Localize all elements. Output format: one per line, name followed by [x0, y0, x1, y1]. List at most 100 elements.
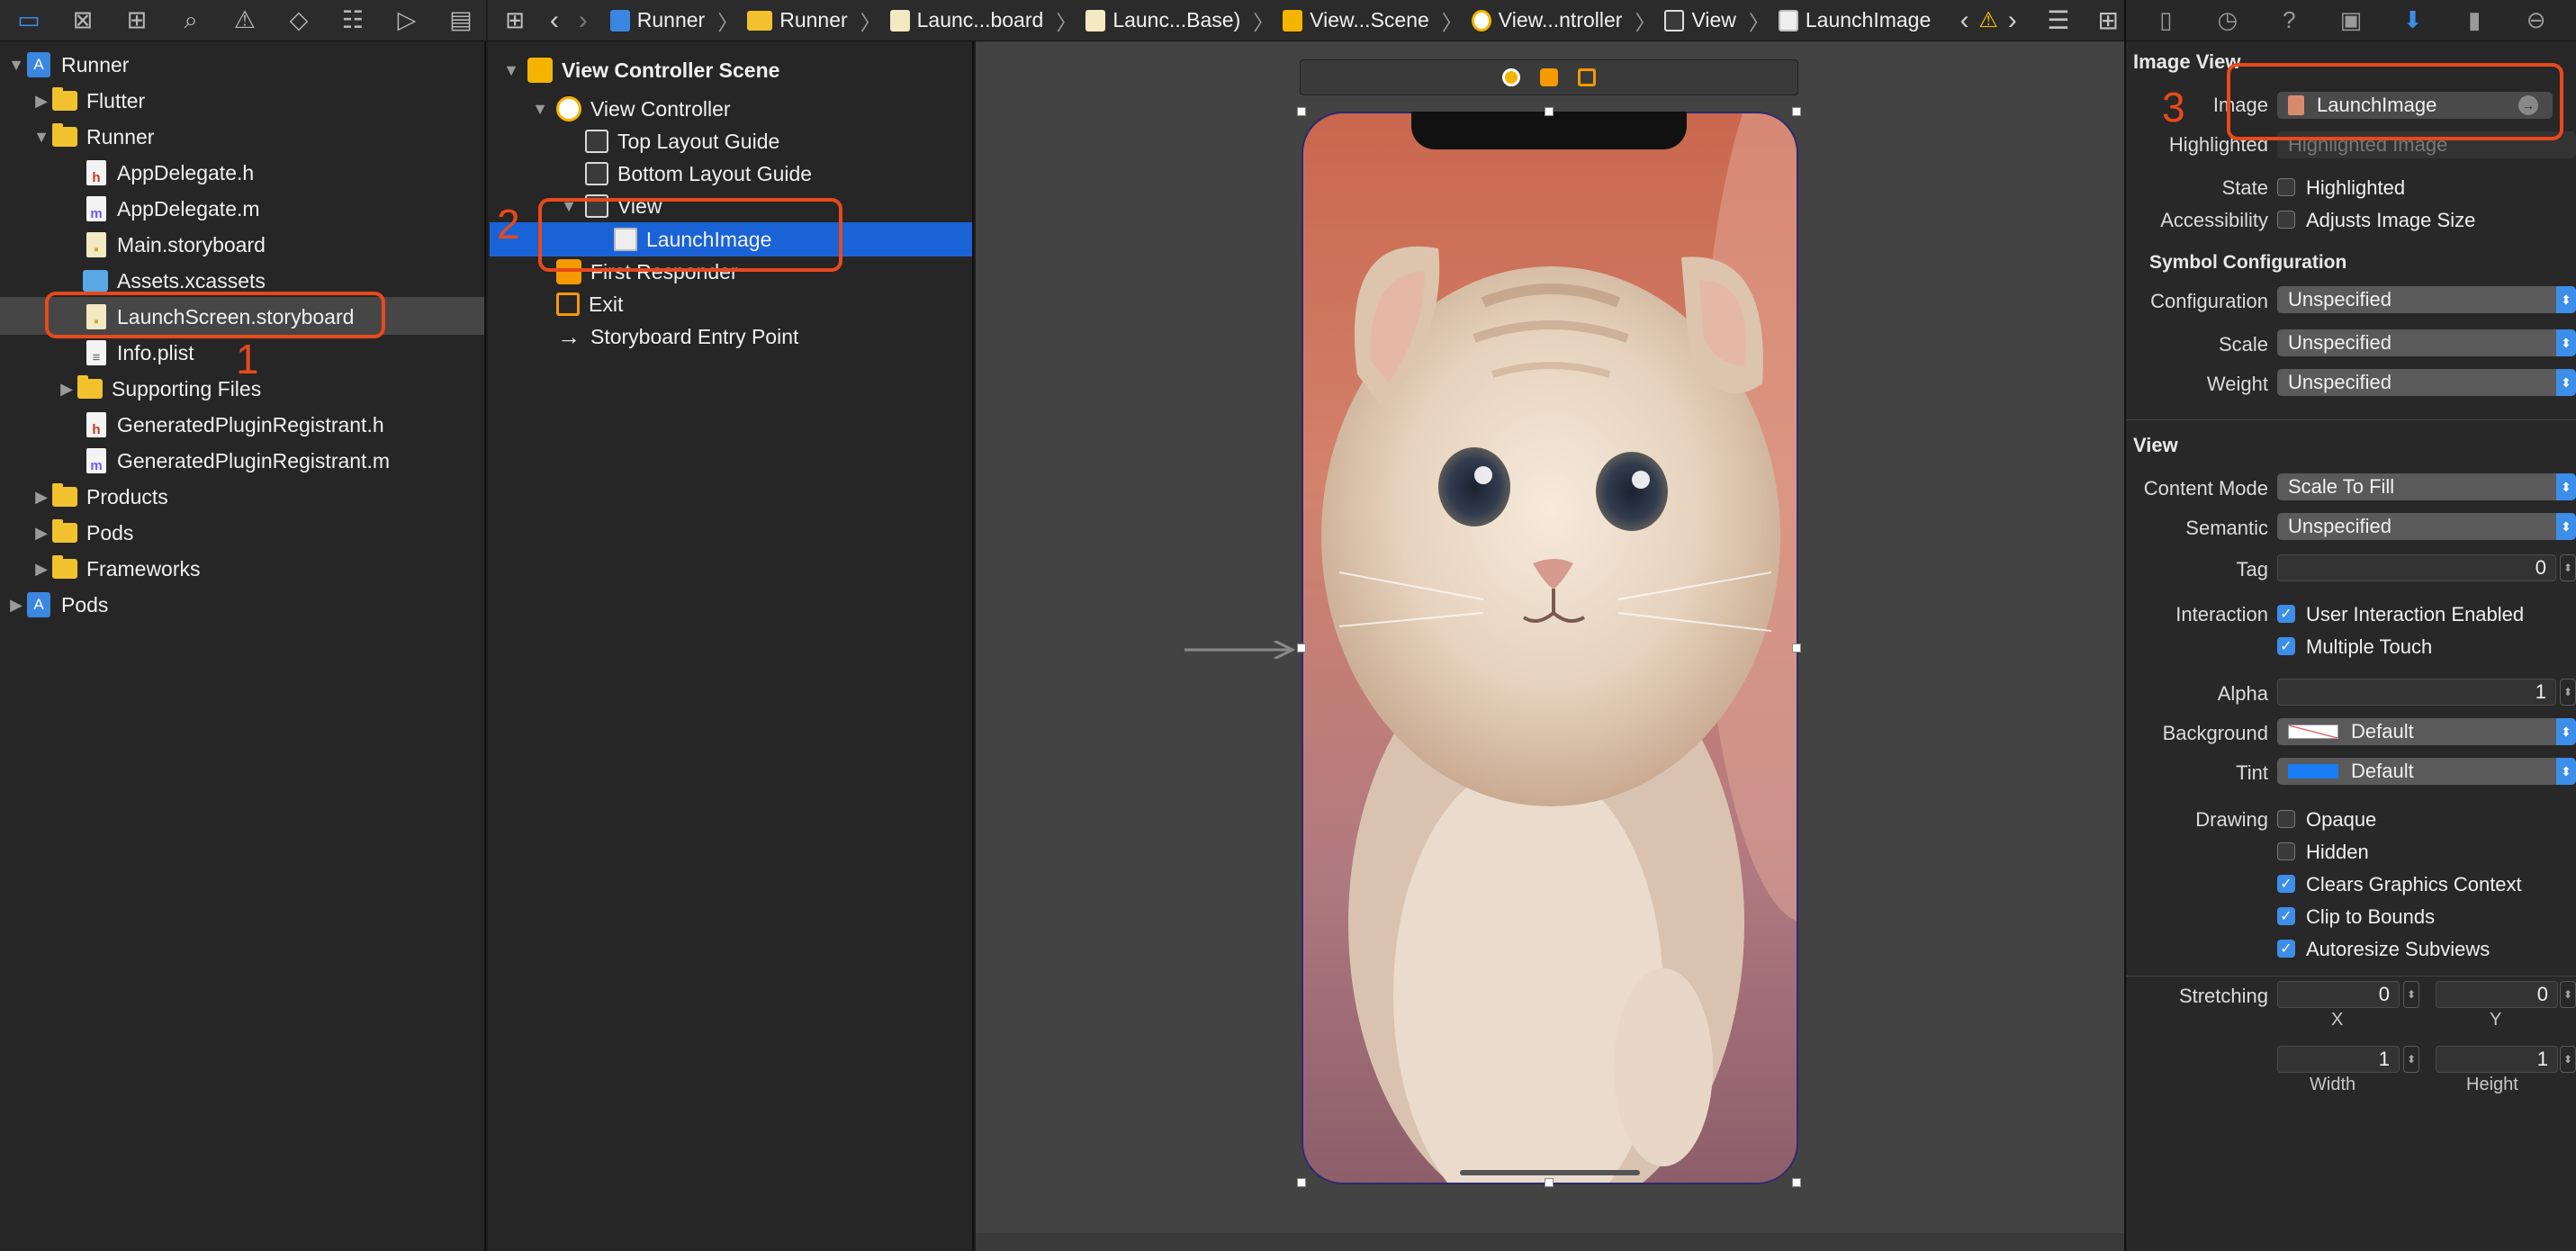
highlighted-checkbox[interactable] [2277, 178, 2295, 196]
multiple-touch-checkbox[interactable]: ✓ [2277, 637, 2295, 655]
breadcrumb-runner-project[interactable]: Runner 〉 [609, 5, 738, 36]
tint-popup[interactable]: Default ⬍ [2277, 758, 2576, 785]
connections-inspector-icon[interactable]: ⊖ [2521, 5, 2552, 36]
breadcrumb-view[interactable]: View 〉 [1664, 5, 1770, 36]
tag-stepper[interactable]: ⬍ [2560, 554, 2576, 581]
stretch-y-field[interactable]: 0 [2436, 981, 2558, 1008]
resize-handle[interactable] [1792, 644, 1801, 652]
tree-item-main-storyboard[interactable]: ▪ Main.storyboard [86, 227, 266, 263]
stretch-height-stepper[interactable]: ⬍ [2560, 1046, 2576, 1073]
alpha-field[interactable]: 1 [2277, 679, 2556, 706]
breakpoint-icon[interactable]: ▷ [389, 3, 425, 39]
breadcrumb-launchscreen-base[interactable]: Launc...Base) 〉 [1085, 5, 1274, 36]
stretch-width-stepper[interactable]: ⬍ [2403, 1046, 2419, 1073]
help-inspector-icon[interactable]: ? [2274, 5, 2304, 36]
folder-icon[interactable]: ▭ [11, 3, 47, 39]
tag-field[interactable]: 0 [2277, 554, 2556, 581]
autoresize-checkbox[interactable]: ✓ [2277, 940, 2295, 958]
breadcrumb-launchscreen[interactable]: Launc...board 〉 [889, 5, 1076, 36]
add-editor-icon[interactable]: ⊞ [2093, 5, 2124, 35]
tree-item-frameworks[interactable]: ▶ Frameworks [31, 551, 201, 587]
tree-item-supporting-files[interactable]: ▶ Supporting Files [56, 371, 261, 407]
history-inspector-icon[interactable]: ◷ [2212, 5, 2243, 36]
content-mode-popup[interactable]: Scale To Fill ⬍ [2277, 473, 2576, 500]
tree-item-products[interactable]: ▶ Products [31, 479, 168, 515]
outline-item-bottom-layout-guide[interactable]: Bottom Layout Guide [585, 158, 812, 190]
resize-handle[interactable] [1297, 107, 1306, 116]
background-popup[interactable]: Default ⬍ [2277, 718, 2576, 745]
identity-inspector-icon[interactable]: ▣ [2336, 5, 2366, 36]
related-items-icon[interactable]: ⊞ [500, 6, 529, 34]
resize-handle[interactable] [1297, 1178, 1306, 1187]
outline-item-view-controller[interactable]: ▼ View Controller [529, 93, 731, 125]
disclosure-closed-icon[interactable]: ▶ [5, 596, 27, 615]
tree-item-runner-project[interactable]: ▼ A Runner [5, 47, 129, 83]
disclosure-closed-icon[interactable]: ▶ [31, 524, 52, 543]
resize-handle[interactable] [1297, 644, 1306, 652]
disclosure-open-icon[interactable]: ▼ [5, 56, 27, 75]
source-control-icon[interactable]: ⊠ [65, 3, 101, 39]
user-interaction-checkbox[interactable]: ✓ [2277, 605, 2295, 623]
hidden-checkbox[interactable] [2277, 842, 2295, 860]
disclosure-open-icon[interactable]: ▼ [500, 61, 522, 80]
resize-handle[interactable] [1545, 1178, 1554, 1187]
disclosure-closed-icon[interactable]: ▶ [31, 92, 52, 111]
stretch-x-stepper[interactable]: ⬍ [2403, 981, 2419, 1008]
launch-image-view[interactable] [1302, 112, 1798, 1184]
breadcrumb-launchimage[interactable]: LaunchImage [1778, 8, 1931, 32]
tree-item-generated-h[interactable]: h GeneratedPluginRegistrant.h [86, 407, 384, 443]
size-inspector-icon[interactable]: ▮ [2459, 5, 2490, 36]
issue-icon[interactable]: ⚠ [227, 3, 263, 39]
test-icon[interactable]: ◇ [281, 3, 317, 39]
attributes-inspector-icon[interactable]: ⬇ [2398, 5, 2428, 36]
resize-handle[interactable] [1792, 107, 1801, 116]
stretch-x-field[interactable]: 0 [2277, 981, 2400, 1008]
tree-item-pods-project[interactable]: ▶ A Pods [5, 587, 108, 623]
tree-item-flutter[interactable]: ▶ Flutter [31, 83, 145, 119]
outline-item-top-layout-guide[interactable]: Top Layout Guide [585, 125, 779, 158]
tree-item-appdelegate-m[interactable]: m AppDelegate.m [86, 191, 260, 227]
tree-item-pods-folder[interactable]: ▶ Pods [31, 515, 133, 551]
outline-item-scene[interactable]: ▼ View Controller Scene [500, 54, 779, 86]
next-issue-icon[interactable]: › [2000, 5, 2024, 36]
editor-options-icon[interactable]: ☰ [2042, 5, 2074, 35]
view-controller-dock-icon[interactable] [1502, 68, 1520, 86]
outline-item-entry-point[interactable]: → Storyboard Entry Point [556, 320, 798, 353]
find-icon[interactable]: ⌕ [173, 3, 209, 39]
weight-popup[interactable]: Unspecified ⬍ [2277, 369, 2576, 396]
resize-handle[interactable] [1545, 107, 1554, 116]
disclosure-open-icon[interactable]: ▼ [529, 100, 551, 119]
disclosure-closed-icon[interactable]: ▶ [31, 488, 52, 507]
report-icon[interactable]: ▤ [443, 3, 479, 39]
debug-icon[interactable]: ☷ [335, 3, 371, 39]
stretch-y-stepper[interactable]: ⬍ [2560, 981, 2576, 1008]
disclosure-open-icon[interactable]: ▼ [31, 128, 52, 147]
stretch-width-field[interactable]: 1 [2277, 1046, 2400, 1073]
warning-icon[interactable]: ⚠ [1977, 7, 2001, 33]
stretch-height-field[interactable]: 1 [2436, 1046, 2558, 1073]
tree-item-generated-m[interactable]: m GeneratedPluginRegistrant.m [86, 443, 390, 479]
semantic-popup[interactable]: Unspecified ⬍ [2277, 513, 2576, 540]
breadcrumb-view-controller[interactable]: View...ntroller 〉 [1471, 5, 1655, 36]
opaque-checkbox[interactable] [2277, 810, 2295, 828]
scale-popup[interactable]: Unspecified ⬍ [2277, 329, 2576, 356]
breadcrumb-runner-folder[interactable]: Runner 〉 [747, 5, 881, 36]
symbol-icon[interactable]: ⊞ [119, 3, 155, 39]
configuration-popup[interactable]: Unspecified ⬍ [2277, 286, 2576, 313]
tree-item-runner-folder[interactable]: ▼ Runner [31, 119, 154, 155]
first-responder-dock-icon[interactable] [1540, 68, 1558, 86]
disclosure-closed-icon[interactable]: ▶ [56, 380, 77, 399]
breadcrumb-scene[interactable]: View...Scene 〉 [1283, 5, 1463, 36]
outline-item-exit[interactable]: Exit [556, 288, 623, 320]
forward-arrow-icon[interactable]: › [569, 5, 598, 36]
alpha-stepper[interactable]: ⬍ [2560, 679, 2576, 706]
exit-dock-icon[interactable] [1578, 68, 1596, 86]
resize-handle[interactable] [1792, 1178, 1801, 1187]
disclosure-closed-icon[interactable]: ▶ [31, 560, 52, 579]
tree-item-info-plist[interactable]: ≡ Info.plist [86, 335, 194, 371]
previous-issue-icon[interactable]: ‹ [1952, 5, 1977, 36]
tree-item-appdelegate-h[interactable]: h AppDelegate.h [86, 155, 254, 191]
clip-to-bounds-checkbox[interactable]: ✓ [2277, 907, 2295, 925]
clears-context-checkbox[interactable]: ✓ [2277, 875, 2295, 893]
back-arrow-icon[interactable]: ‹ [540, 5, 569, 36]
